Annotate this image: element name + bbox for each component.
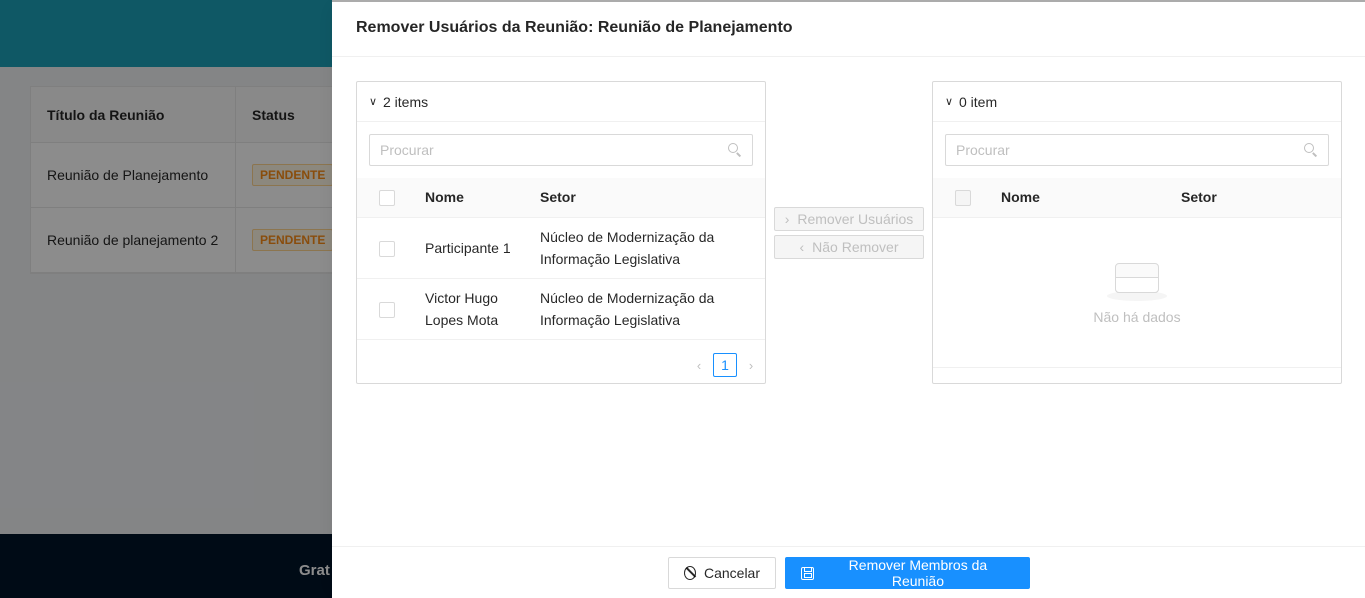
user-sector: Núcleo de Modernização da Informação Leg… <box>532 217 765 279</box>
column-name: Nome <box>993 178 1173 218</box>
transfer-source-list: ∨ 2 items Nome Setor Participante 1 Núcl… <box>356 81 766 384</box>
chevron-down-icon[interactable]: ∨ <box>369 95 383 108</box>
row-checkbox[interactable] <box>379 240 395 257</box>
table-row[interactable]: Participante 1 Núcleo de Modernização da… <box>357 217 765 279</box>
cancel-label: Cancelar <box>703 565 760 581</box>
drawer-footer: Cancelar Remover Membros da Reunião <box>332 546 1365 598</box>
target-table-header: Nome Setor <box>933 178 1341 218</box>
user-sector: Núcleo de Modernização da Informação Leg… <box>532 278 765 340</box>
target-list-header: ∨ 0 item <box>933 82 1341 122</box>
table-row[interactable]: Victor Hugo Lopes Mota Núcleo de Moderni… <box>357 278 765 340</box>
column-sector: Setor <box>532 178 765 218</box>
source-search-input[interactable] <box>380 142 728 158</box>
select-all-checkbox[interactable] <box>955 189 971 206</box>
empty-text: Não há dados <box>1093 309 1181 325</box>
search-icon <box>1304 143 1318 157</box>
source-table-header: Nome Setor <box>357 178 765 218</box>
target-count: 0 item <box>959 93 998 110</box>
row-checkbox[interactable] <box>379 301 395 318</box>
column-name: Nome <box>417 178 532 218</box>
target-search-input[interactable] <box>956 142 1304 158</box>
empty-state: Não há dados <box>933 218 1341 368</box>
source-search <box>369 134 753 166</box>
cancel-button[interactable]: Cancelar <box>668 557 776 589</box>
empty-inbox-icon <box>1105 259 1169 301</box>
target-search <box>945 134 1329 166</box>
pagination: ‹ 1 › <box>693 353 757 377</box>
user-name: Participante 1 <box>417 217 532 279</box>
remove-members-button[interactable]: Remover Membros da Reunião <box>785 557 1030 589</box>
chevron-down-icon[interactable]: ∨ <box>945 95 959 108</box>
search-icon <box>728 143 742 157</box>
save-icon <box>801 566 814 580</box>
select-all-checkbox[interactable] <box>379 189 395 206</box>
chevron-right-icon: › <box>784 211 790 227</box>
chevron-left-icon: ‹ <box>799 239 805 255</box>
remove-members-label: Remover Membros da Reunião <box>848 557 988 589</box>
source-table: Nome Setor Participante 1 Núcleo de Mode… <box>357 178 765 340</box>
move-right-button[interactable]: › Remover Usuários <box>774 207 924 231</box>
user-name: Victor Hugo Lopes Mota <box>417 278 532 340</box>
source-count: 2 items <box>383 93 429 110</box>
drawer-title: Remover Usuários da Reunião: Reunião de … <box>356 19 793 36</box>
move-left-button[interactable]: ‹ Não Remover <box>774 235 924 259</box>
target-table: Nome Setor <box>933 178 1341 218</box>
drawer-header: Remover Usuários da Reunião: Reunião de … <box>332 2 1365 57</box>
prev-page-icon[interactable]: ‹ <box>693 358 705 373</box>
remove-users-drawer: Remover Usuários da Reunião: Reunião de … <box>332 0 1365 598</box>
transfer-operations: › Remover Usuários ‹ Não Remover <box>774 207 924 263</box>
source-list-header: ∨ 2 items <box>357 82 765 122</box>
next-page-icon[interactable]: › <box>745 358 757 373</box>
move-left-label: Não Remover <box>812 239 899 255</box>
page-number[interactable]: 1 <box>713 353 737 377</box>
transfer-target-list: ∨ 0 item Nome Setor Não há dados <box>932 81 1342 384</box>
move-right-label: Remover Usuários <box>797 211 914 227</box>
column-sector: Setor <box>1173 178 1341 218</box>
stop-icon <box>684 566 696 580</box>
